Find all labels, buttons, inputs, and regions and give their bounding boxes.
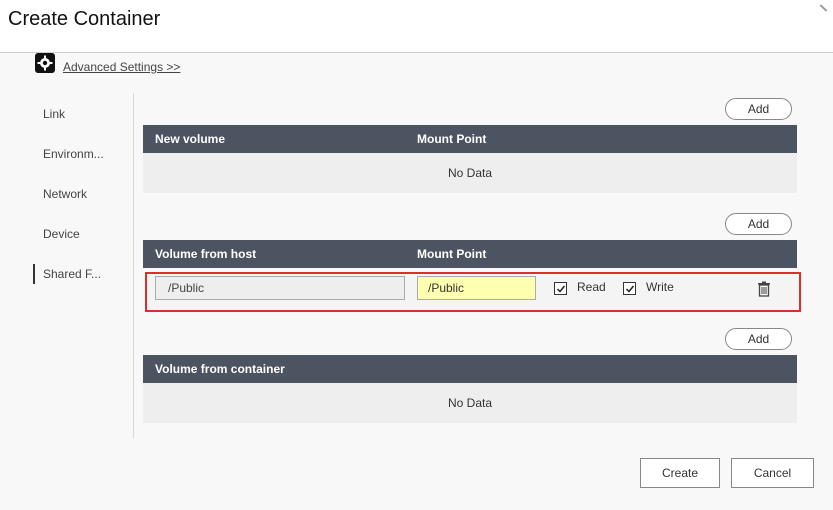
read-checkbox[interactable] [554,282,567,295]
column-header: Mount Point [417,247,487,261]
host-volume-table-header: Volume from host Mount Point [143,240,797,268]
column-header: New volume [155,132,226,146]
close-icon[interactable] [817,0,831,18]
add-new-volume-button[interactable]: Add [725,98,792,120]
create-button[interactable]: Create [640,458,720,488]
new-volume-table-header: New volume Mount Point [143,125,797,153]
advanced-settings-area [35,52,55,74]
sidebar-item-environment[interactable]: Environm... [33,135,103,175]
trash-icon[interactable] [757,281,771,297]
dialog-title: Create Container [8,8,161,30]
new-volume-empty-state: No Data [143,153,797,193]
advanced-settings-link[interactable]: Advanced Settings >> [63,60,180,74]
add-container-volume-button[interactable]: Add [725,328,792,350]
sidebar-nav: Link Environm... Network Device Shared F… [33,95,133,295]
container-volume-empty-state: No Data [143,383,797,423]
sidebar-divider [133,93,134,438]
host-path-field[interactable]: /Public [155,276,405,300]
add-host-volume-button[interactable]: Add [725,213,792,235]
column-header: Mount Point [417,132,487,146]
column-header: Volume from container [155,362,285,376]
mount-point-field[interactable]: /Public [417,276,536,300]
write-checkbox[interactable] [623,282,636,295]
cancel-button[interactable]: Cancel [731,458,814,488]
sidebar-item-link[interactable]: Link [33,95,103,135]
container-volume-table-header: Volume from container [143,355,797,383]
sidebar-item-shared-folders[interactable]: Shared F... [33,255,103,295]
read-label: Read [577,280,606,294]
gear-icon [35,53,55,73]
table-row: /Public /Public Read Write [145,272,801,312]
column-header: Volume from host [155,247,257,261]
sidebar-item-network[interactable]: Network [33,175,103,215]
dialog-titlebar: Create Container [0,0,833,53]
write-label: Write [646,280,674,294]
sidebar-item-device[interactable]: Device [33,215,103,255]
